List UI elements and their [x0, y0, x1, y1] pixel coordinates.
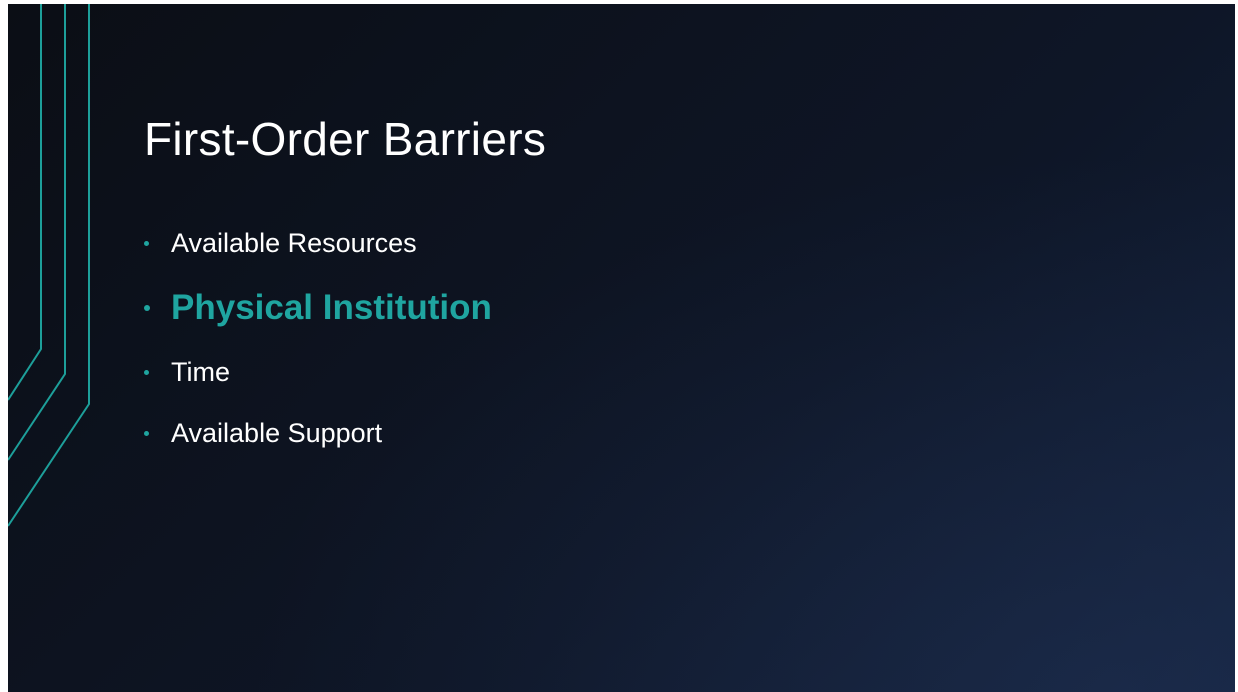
bullet-dot-icon: [144, 305, 150, 311]
presentation-slide: First-Order Barriers Available Resources…: [8, 4, 1235, 692]
bullet-item: Available Support: [144, 418, 382, 449]
bullet-dot-icon: [144, 431, 149, 436]
bullet-text: Time: [171, 357, 230, 387]
bullet-text: Physical Institution: [171, 288, 492, 327]
decorative-accent-lines: [8, 4, 90, 527]
bullet-text: Available Support: [171, 418, 383, 448]
bullet-dot-icon: [144, 241, 149, 246]
bullet-text: Available Resources: [171, 228, 417, 258]
bullet-dot-icon: [144, 370, 149, 375]
bullet-item: Time: [144, 357, 230, 388]
bullet-item-highlighted: Physical Institution: [144, 288, 492, 328]
bullet-item: Available Resources: [144, 228, 417, 259]
slide-title: First-Order Barriers: [144, 113, 547, 165]
